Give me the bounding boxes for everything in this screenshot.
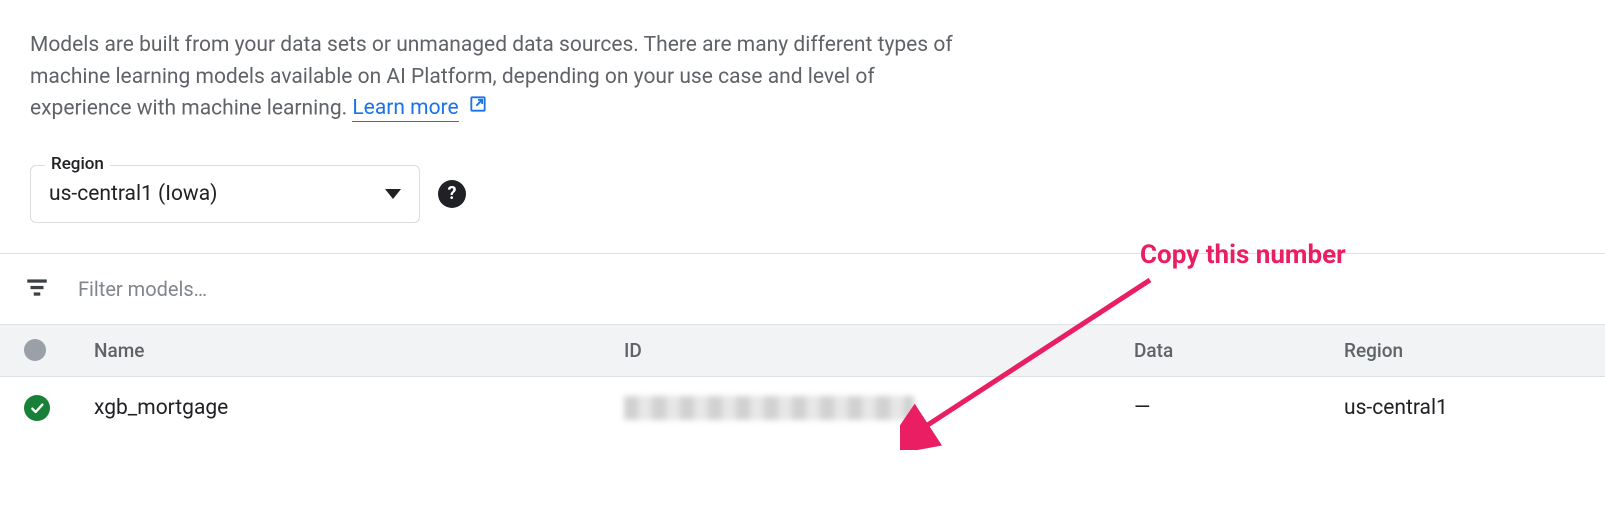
table-row[interactable]: xgb_mortgage — us-central1 [0,377,1605,439]
header-status [24,339,94,361]
redacted-id [624,396,914,420]
status-indicator-icon [24,339,46,361]
chevron-down-icon [385,189,401,199]
region-field-label: Region [45,154,110,174]
learn-more-link[interactable]: Learn more [352,96,458,122]
cell-region: us-central1 [1344,396,1581,420]
cell-id [624,396,1134,420]
help-icon[interactable]: ? [438,180,466,208]
filter-bar [0,253,1605,324]
annotation-label: Copy this number [1140,240,1346,270]
description-body: Models are built from your data sets or … [30,33,953,120]
external-link-icon [468,93,488,125]
cell-data: — [1134,396,1344,420]
filter-input[interactable] [78,277,1581,301]
filter-icon[interactable] [24,274,50,304]
header-id[interactable]: ID [624,339,1134,362]
header-data[interactable]: Data [1134,339,1344,362]
cell-name[interactable]: xgb_mortgage [94,396,624,420]
check-icon [24,395,50,421]
description-text: Models are built from your data sets or … [0,0,990,125]
header-name[interactable]: Name [94,339,624,362]
table-header-row: Name ID Data Region [0,324,1605,377]
header-region[interactable]: Region [1344,339,1581,362]
region-select[interactable]: Region us-central1 (Iowa) [30,165,420,223]
region-value: us-central1 (Iowa) [49,182,217,206]
